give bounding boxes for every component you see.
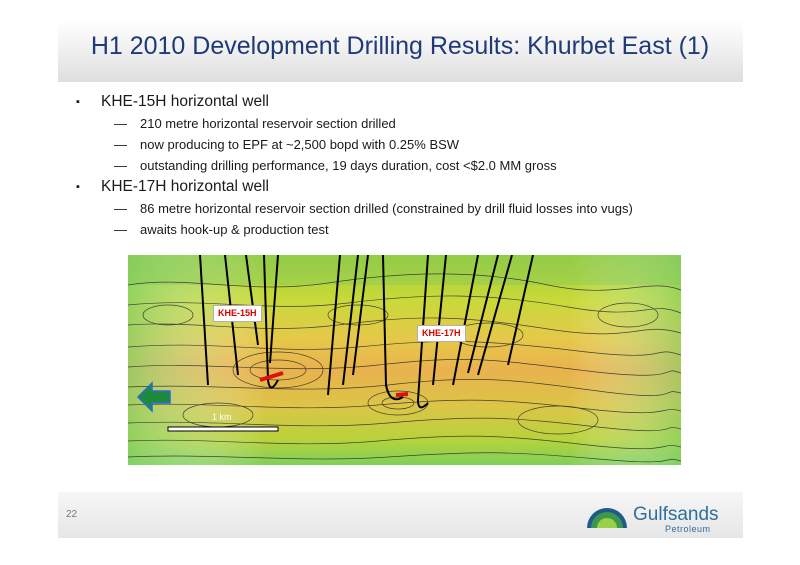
bullet-text: KHE-15H horizontal well	[101, 93, 269, 110]
dash-mark: —	[114, 222, 127, 237]
sub-bullet: — 210 metre horizontal reservoir section…	[74, 114, 734, 135]
sub-bullet-text: now producing to EPF at ~2,500 bopd with…	[140, 137, 460, 152]
map-graphic	[128, 255, 681, 465]
sub-bullet-text: 210 metre horizontal reservoir section d…	[140, 116, 396, 131]
well-label-khe17h: KHE-17H	[417, 325, 466, 342]
bullet-text: KHE-17H horizontal well	[101, 178, 269, 195]
sub-bullet: — now producing to EPF at ~2,500 bopd wi…	[74, 135, 734, 156]
sub-bullet-text: awaits hook-up & production test	[140, 222, 329, 237]
reservoir-depth-map	[128, 255, 681, 465]
dash-mark: —	[114, 158, 127, 173]
page-number: 22	[66, 509, 78, 520]
scale-bar-label: 1 km	[212, 412, 232, 422]
bullet-mark: ▪	[76, 181, 80, 193]
logo-name: Gulfsands	[633, 504, 719, 525]
dash-mark: —	[114, 116, 127, 131]
logo-subtitle: Petroleum	[665, 524, 711, 534]
sub-bullet-text: 86 metre horizontal reservoir section dr…	[140, 201, 633, 216]
dash-mark: —	[114, 137, 127, 152]
sub-bullet: — awaits hook-up & production test	[74, 220, 734, 241]
bullet-list: ▪ KHE-15H horizontal well — 210 metre ho…	[74, 92, 734, 241]
gulfsands-logo: Gulfsands Petroleum	[583, 498, 733, 536]
sub-bullet: — 86 metre horizontal reservoir section …	[74, 199, 734, 220]
sub-bullet-text: outstanding drilling performance, 19 day…	[140, 158, 557, 173]
logo-arc-icon	[587, 508, 627, 528]
sub-bullet: — outstanding drilling performance, 19 d…	[74, 156, 734, 177]
bullet-mark: ▪	[76, 96, 80, 108]
bullet-khe15h: ▪ KHE-15H horizontal well	[74, 92, 734, 114]
dash-mark: —	[114, 201, 127, 216]
bullet-khe17h: ▪ KHE-17H horizontal well	[74, 177, 734, 199]
well-label-khe15h: KHE-15H	[213, 305, 262, 322]
slide-title: H1 2010 Development Drilling Results: Kh…	[90, 32, 710, 60]
